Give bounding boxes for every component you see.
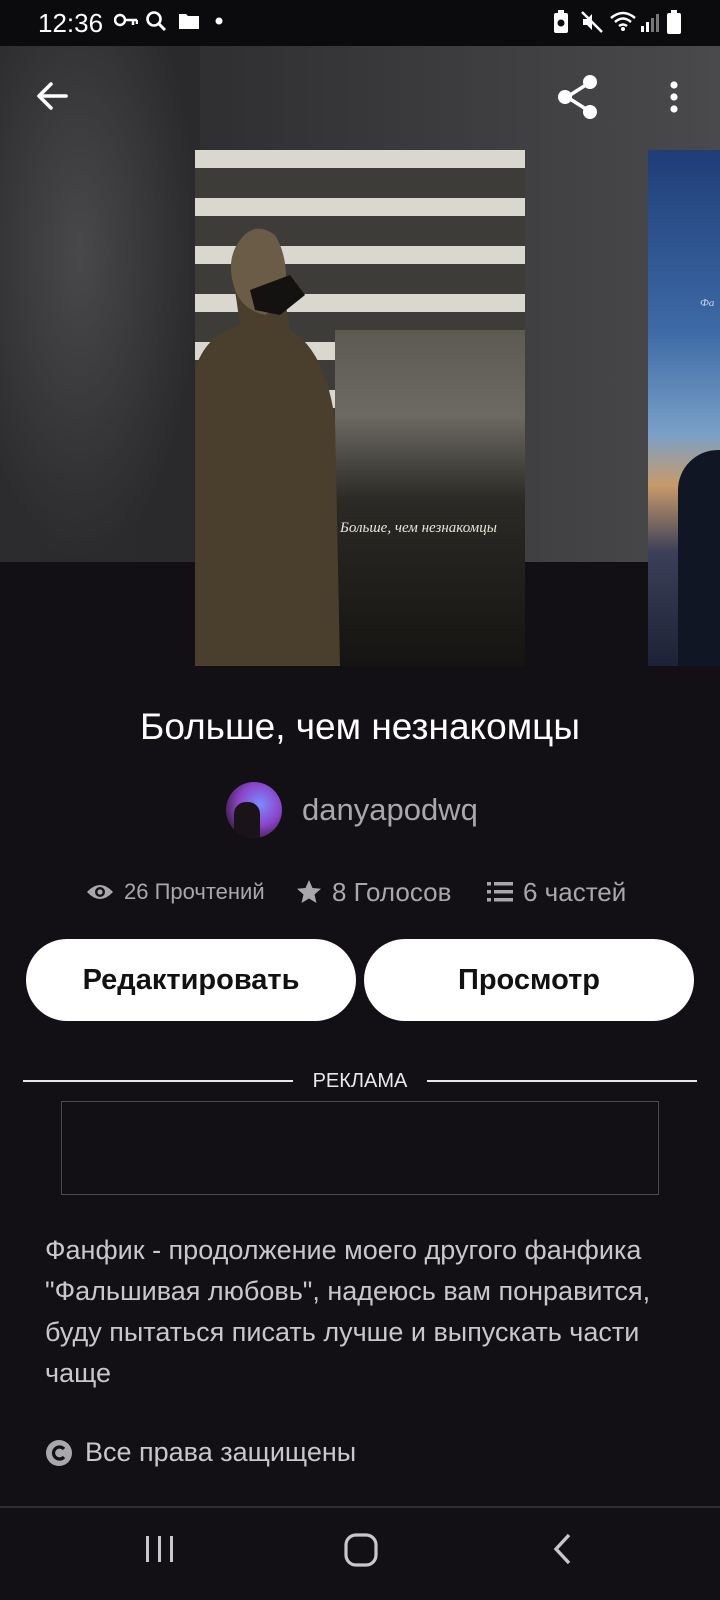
battery-icon xyxy=(667,10,681,34)
copyright-icon xyxy=(46,1439,72,1466)
ad-label: РЕКЛАМА xyxy=(312,1070,408,1092)
wifi-icon xyxy=(610,11,636,31)
cover-corridor xyxy=(335,330,525,500)
parts-count: 6 частей xyxy=(523,876,627,907)
author-name[interactable]: danyapodwq xyxy=(302,792,478,828)
votes-stat: 8 Голосов xyxy=(296,874,451,910)
next-cover-figure xyxy=(678,450,720,666)
list-icon xyxy=(487,882,513,902)
author-link[interactable]: danyapodwq xyxy=(226,782,478,838)
ad-banner[interactable] xyxy=(61,1101,659,1195)
story-cover[interactable]: Больше, чем незнакомцы xyxy=(195,150,525,666)
system-nav-bar xyxy=(0,1508,720,1600)
mute-icon xyxy=(581,11,603,33)
copyright-text: Все права защищены xyxy=(85,1437,357,1467)
key-icon xyxy=(114,13,138,27)
blurred-background xyxy=(0,46,200,562)
edit-button[interactable]: Редактировать xyxy=(26,939,356,1021)
status-bar: 12:36 xyxy=(0,0,720,46)
story-title: Больше, чем незнакомцы xyxy=(140,706,580,747)
home-icon[interactable] xyxy=(343,1532,379,1568)
eye-icon xyxy=(87,885,113,899)
cover-caption: Больше, чем незнакомцы xyxy=(340,520,497,536)
next-story-cover[interactable]: Фа xyxy=(648,150,720,666)
copyright-row: Все права защищены xyxy=(45,1437,356,1468)
cover-figure xyxy=(195,228,340,666)
battery-saver-icon xyxy=(554,10,568,33)
reads-count: 26 Прочтений xyxy=(124,879,265,904)
share-icon[interactable] xyxy=(553,73,601,121)
author-avatar[interactable] xyxy=(226,782,282,838)
story-description: Фанфик - продолжение моего другого фанфи… xyxy=(45,1235,651,1388)
votes-count: 8 Голосов xyxy=(332,876,452,907)
star-icon xyxy=(297,880,321,903)
back-arrow-icon[interactable] xyxy=(34,78,70,114)
folder-icon xyxy=(179,14,199,29)
reads-stat: 26 Прочтений xyxy=(86,874,265,910)
dot-icon xyxy=(215,17,223,25)
recent-apps-icon[interactable] xyxy=(143,1532,177,1566)
more-vertical-icon[interactable] xyxy=(664,79,684,117)
back-icon[interactable] xyxy=(551,1532,575,1566)
search-icon xyxy=(146,11,167,32)
view-button[interactable]: Просмотр xyxy=(364,939,694,1021)
signal-icon xyxy=(641,14,659,32)
next-cover-caption: Фа xyxy=(700,297,715,309)
story-stats: 26 Прочтений 8 Голосов 6 частей xyxy=(0,874,720,910)
status-time: 12:36 xyxy=(38,8,104,38)
parts-stat: 6 частей xyxy=(487,874,626,910)
